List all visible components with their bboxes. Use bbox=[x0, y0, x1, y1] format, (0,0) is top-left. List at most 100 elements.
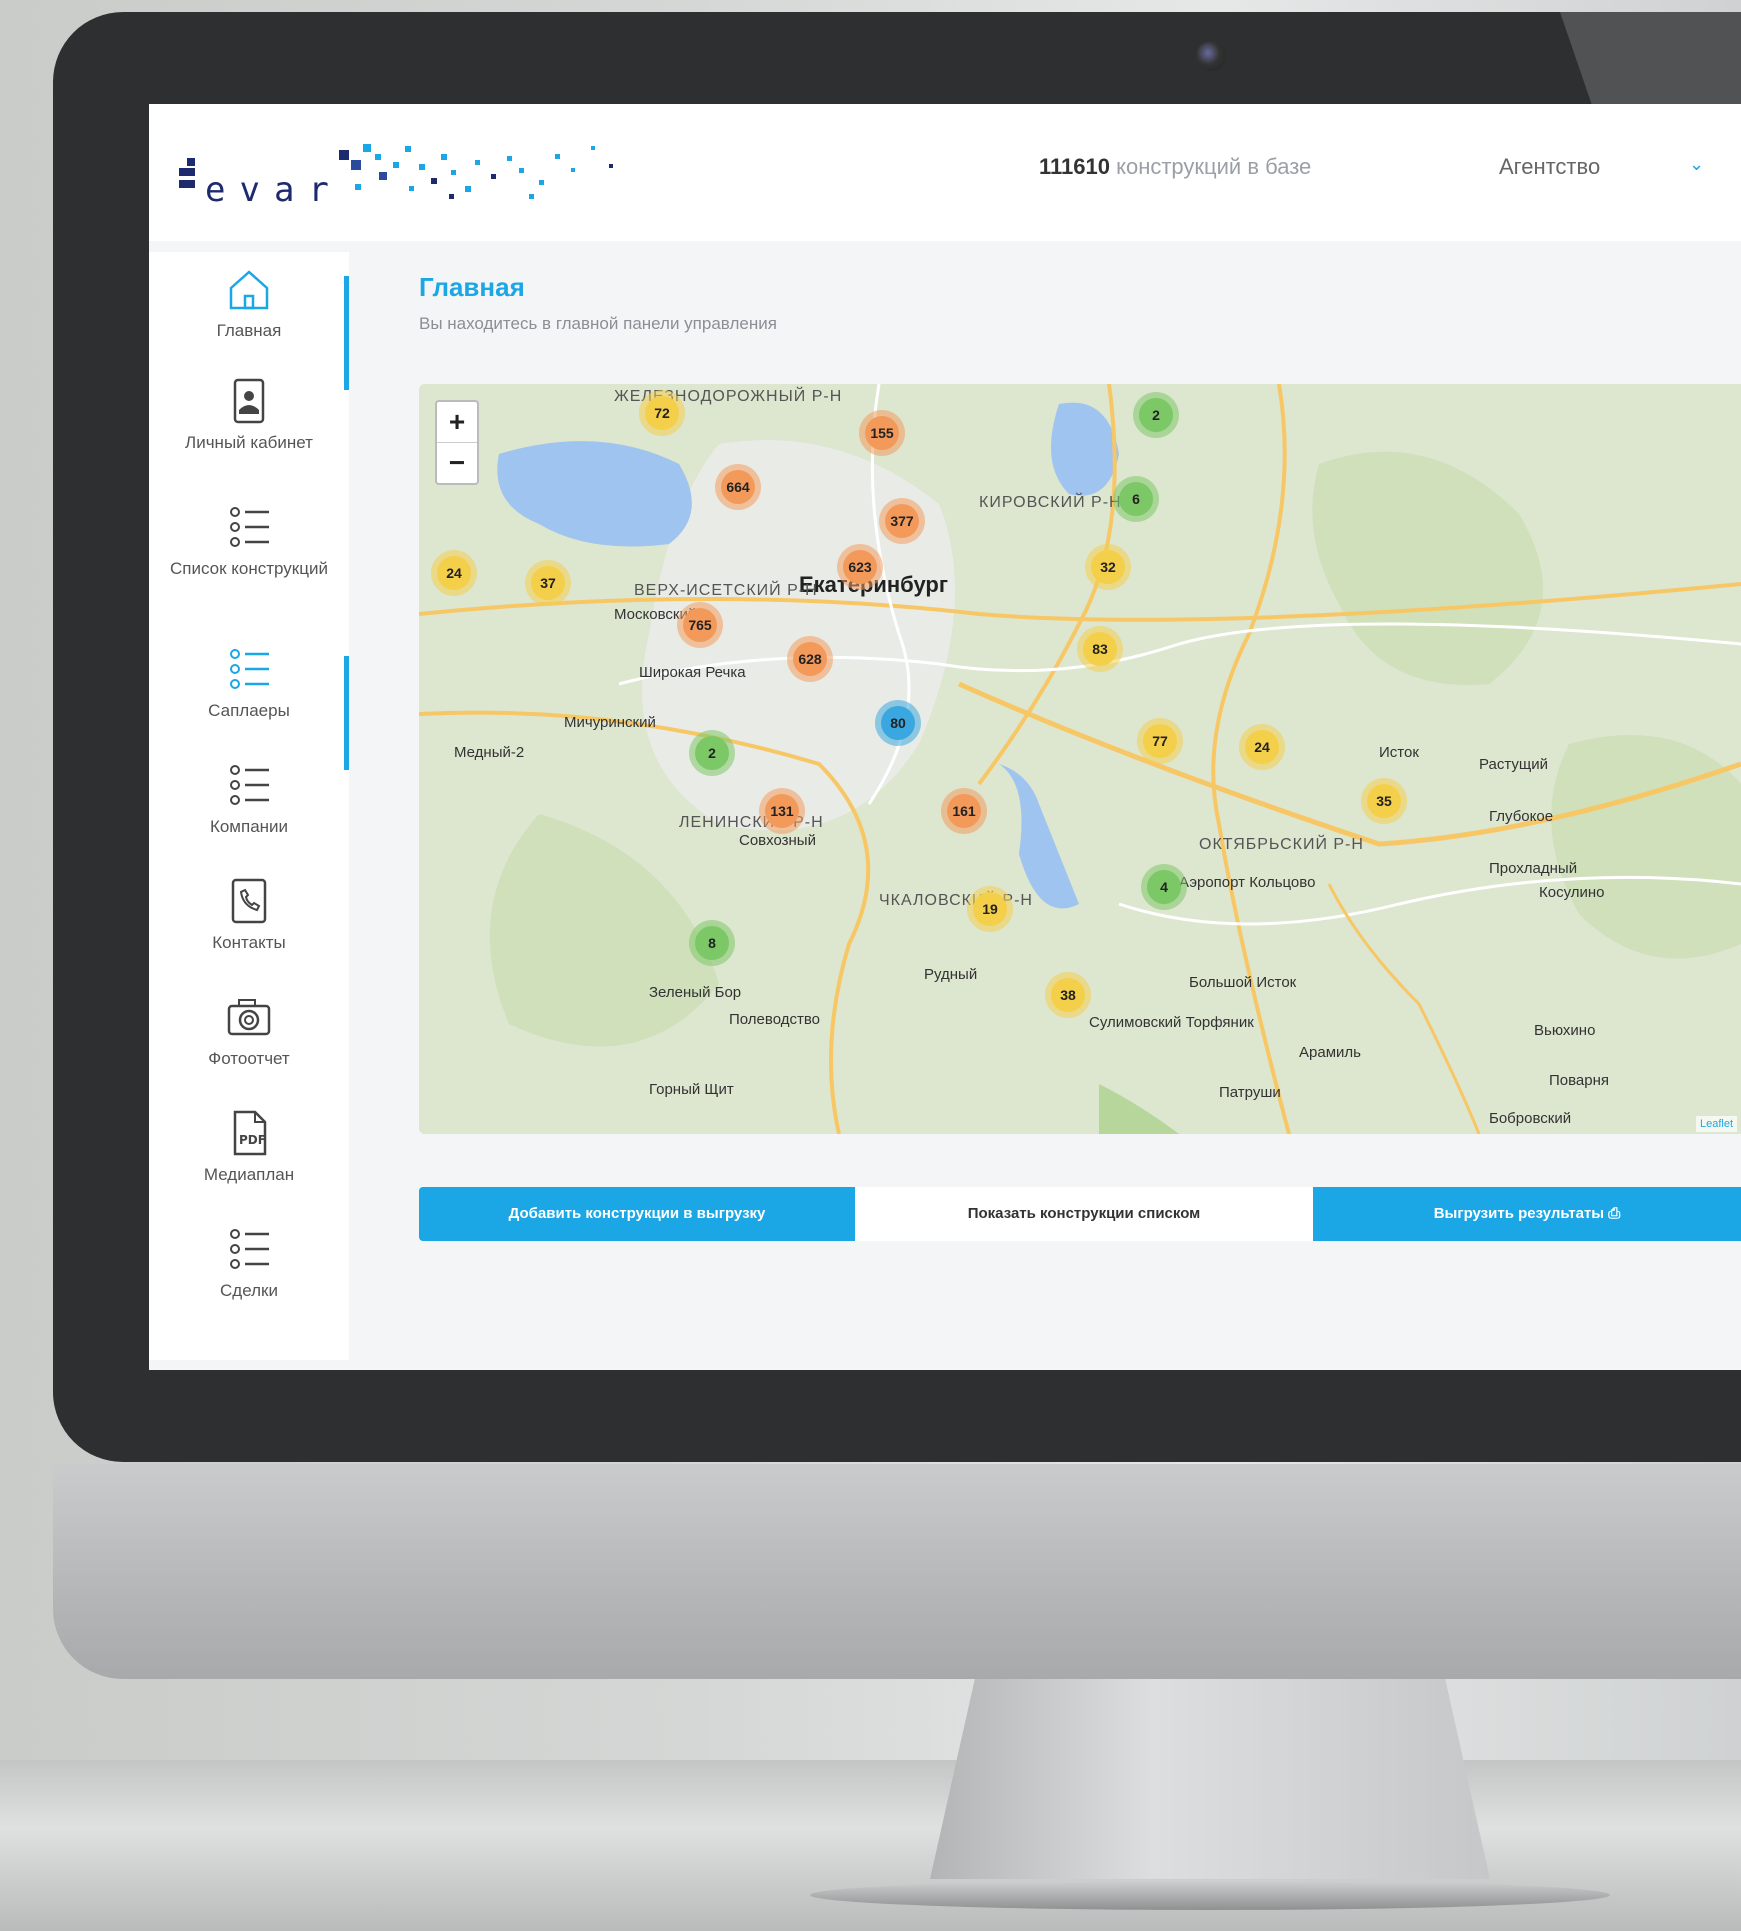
sidebar-item-deals[interactable]: Сделки bbox=[149, 1224, 349, 1334]
chevron-down-icon[interactable]: ⌄ bbox=[1689, 154, 1704, 175]
cluster-count: 38 bbox=[1051, 978, 1085, 1012]
zoom-in-button[interactable]: + bbox=[437, 402, 477, 443]
sidebar-item-companies[interactable]: Компании bbox=[149, 760, 349, 870]
camera-icon bbox=[227, 999, 271, 1036]
map-cluster-marker[interactable]: 131 bbox=[759, 788, 805, 834]
zoom-out-button[interactable]: − bbox=[437, 443, 477, 483]
constructions-count: 111610 конструкций в базе bbox=[1039, 154, 1311, 180]
map-cluster-marker[interactable]: 4 bbox=[1141, 864, 1187, 910]
map-place-label: Поварня bbox=[1549, 1072, 1610, 1089]
map-cluster-marker[interactable]: 32 bbox=[1085, 544, 1131, 590]
count-label: конструкций в базе bbox=[1109, 154, 1312, 179]
map-place-label: Прохладный bbox=[1489, 860, 1578, 877]
map-cluster-marker[interactable]: 80 bbox=[875, 700, 921, 746]
export-results-button[interactable]: Выгрузить результаты ⎙ bbox=[1313, 1187, 1741, 1241]
sidebar-item-suppliers[interactable]: Саплаеры bbox=[149, 644, 349, 770]
phone-book-icon bbox=[231, 878, 267, 924]
zoom-control: + − bbox=[435, 400, 479, 485]
cluster-count: 155 bbox=[865, 416, 899, 450]
sidebar-item-home[interactable]: Главная bbox=[149, 264, 349, 390]
map-view[interactable]: + − ЕкатеринбургЖЕЛЕЗНОДОРОЖНЫЙ Р-НКИРОВ… bbox=[419, 384, 1741, 1134]
map-cluster-marker[interactable]: 623 bbox=[837, 544, 883, 590]
map-place-label: Горный Щит bbox=[649, 1081, 734, 1098]
map-cluster-marker[interactable]: 24 bbox=[1239, 724, 1285, 770]
cluster-count: 83 bbox=[1083, 632, 1117, 666]
cluster-count: 377 bbox=[885, 504, 919, 538]
cluster-count: 765 bbox=[683, 608, 717, 642]
map-cluster-marker[interactable]: 2 bbox=[1133, 392, 1179, 438]
map-place-label: Косулино bbox=[1539, 884, 1605, 901]
map-cluster-marker[interactable]: 77 bbox=[1137, 718, 1183, 764]
map-cluster-marker[interactable]: 19 bbox=[967, 886, 1013, 932]
cluster-count: 35 bbox=[1367, 784, 1401, 818]
sidebar-item-label: Контакты bbox=[212, 933, 286, 952]
map-place-label: Мичуринский bbox=[564, 714, 656, 731]
sidebar: Главная Личный кабинет Список конструкци… bbox=[149, 252, 349, 1360]
cluster-count: 8 bbox=[695, 926, 729, 960]
map-cluster-marker[interactable]: 83 bbox=[1077, 626, 1123, 672]
map-cluster-marker[interactable]: 37 bbox=[525, 560, 571, 606]
monitor-stand bbox=[930, 1679, 1490, 1879]
page-title: Главная bbox=[419, 272, 525, 302]
cluster-count: 2 bbox=[695, 736, 729, 770]
cluster-count: 37 bbox=[531, 566, 565, 600]
sidebar-item-label: Компании bbox=[209, 817, 289, 836]
profile-icon bbox=[233, 378, 265, 424]
monitor-chin bbox=[53, 1464, 1741, 1679]
map-cluster-marker[interactable]: 155 bbox=[859, 410, 905, 456]
leaflet-attribution-link[interactable]: Leaflet bbox=[1695, 1116, 1737, 1132]
checklist-icon bbox=[230, 649, 269, 689]
map-cluster-marker[interactable]: 38 bbox=[1045, 972, 1091, 1018]
map-place-label: ВЕРХ-ИСЕТСКИЙ Р-Н bbox=[634, 582, 818, 599]
sidebar-item-constructions-list[interactable]: Список конструкций bbox=[149, 502, 349, 612]
checklist-icon bbox=[230, 765, 269, 805]
map-cluster-marker[interactable]: 628 bbox=[787, 636, 833, 682]
cluster-count: 24 bbox=[1245, 730, 1279, 764]
map-cluster-marker[interactable]: 35 bbox=[1361, 778, 1407, 824]
export-results-label: Выгрузить результаты bbox=[1433, 1205, 1605, 1222]
map-place-label: Сулимовский Торфяник bbox=[1089, 1014, 1254, 1031]
sidebar-item-photo-report[interactable]: Фотоотчет bbox=[149, 992, 349, 1102]
map-cluster-marker[interactable]: 72 bbox=[639, 390, 685, 436]
sidebar-item-mediaplan[interactable]: PDF Медиаплан bbox=[149, 1108, 349, 1218]
add-to-export-button[interactable]: Добавить конструкции в выгрузку bbox=[419, 1187, 855, 1241]
sidebar-item-label: Сделки bbox=[220, 1281, 278, 1300]
logo[interactable]: evar bbox=[179, 124, 759, 224]
cluster-count: 19 bbox=[973, 892, 1007, 926]
map-place-label: Патруши bbox=[1219, 1084, 1281, 1101]
action-buttons: Добавить конструкции в выгрузку Показать… bbox=[419, 1187, 1741, 1241]
sidebar-item-label: Список конструкций bbox=[170, 559, 328, 578]
cluster-count: 80 bbox=[881, 706, 915, 740]
show-as-list-button[interactable]: Показать конструкции списком bbox=[855, 1187, 1313, 1241]
page-subtitle: Вы находитесь в главной панели управлени… bbox=[419, 314, 777, 333]
map-cluster-marker[interactable]: 8 bbox=[689, 920, 735, 966]
map-place-label: Полеводство bbox=[729, 1011, 820, 1028]
map-cluster-marker[interactable]: 6 bbox=[1113, 476, 1159, 522]
map-cluster-marker[interactable]: 161 bbox=[941, 788, 987, 834]
cluster-count: 2 bbox=[1139, 398, 1173, 432]
map-place-label: ОКТЯБРЬСКИЙ Р-Н bbox=[1199, 836, 1364, 853]
map-place-label: Широкая Речка bbox=[639, 664, 746, 681]
map-cluster-marker[interactable]: 2 bbox=[689, 730, 735, 776]
map-place-label: Растущий bbox=[1479, 756, 1548, 773]
sidebar-item-contacts[interactable]: Контакты bbox=[149, 876, 349, 986]
home-icon bbox=[229, 270, 269, 310]
map-place-label: КИРОВСКИЙ Р-Н bbox=[979, 494, 1122, 511]
map-place-label: Арамиль bbox=[1299, 1044, 1361, 1061]
map-place-label: Большой Исток bbox=[1189, 974, 1297, 991]
account-type-selector[interactable]: Агентство bbox=[1499, 154, 1600, 180]
sidebar-item-profile[interactable]: Личный кабинет bbox=[149, 376, 349, 486]
sidebar-item-label: Фотоотчет bbox=[208, 1049, 290, 1068]
map-cluster-marker[interactable]: 377 bbox=[879, 498, 925, 544]
cluster-count: 6 bbox=[1119, 482, 1153, 516]
svg-text:PDF: PDF bbox=[239, 1133, 266, 1147]
sidebar-item-label: Саплаеры bbox=[208, 701, 290, 720]
sidebar-item-label: Личный кабинет bbox=[185, 433, 313, 452]
webcam-icon bbox=[1196, 41, 1226, 71]
map-cluster-marker[interactable]: 664 bbox=[715, 464, 761, 510]
cluster-count: 131 bbox=[765, 794, 799, 828]
map-cluster-marker[interactable]: 765 bbox=[677, 602, 723, 648]
monitor-stand-foot bbox=[810, 1880, 1610, 1910]
map-cluster-marker[interactable]: 24 bbox=[431, 550, 477, 596]
cluster-count: 24 bbox=[437, 556, 471, 590]
